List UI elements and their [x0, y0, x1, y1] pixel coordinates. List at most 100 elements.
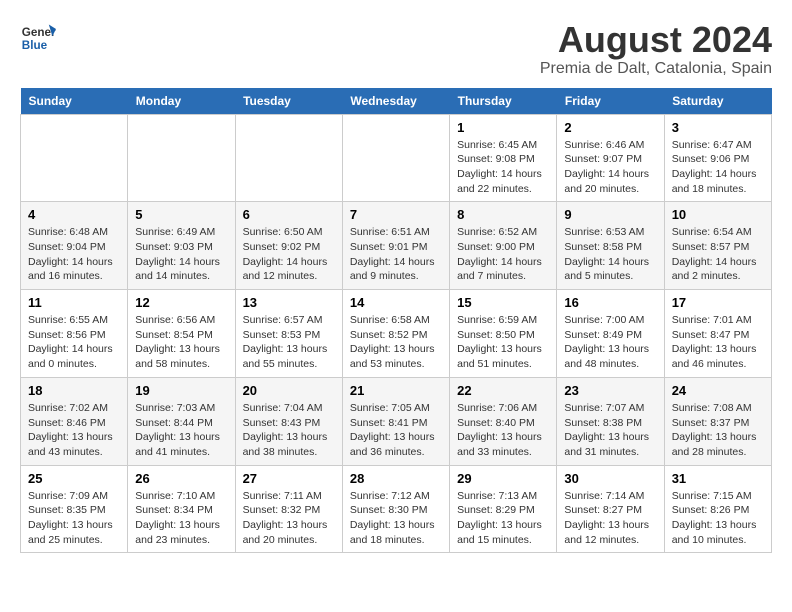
calendar-header: SundayMondayTuesdayWednesdayThursdayFrid… — [21, 88, 772, 115]
day-number: 10 — [672, 207, 764, 222]
day-info: Sunrise: 6:45 AMSunset: 9:08 PMDaylight:… — [457, 138, 549, 197]
day-cell: 8Sunrise: 6:52 AMSunset: 9:00 PMDaylight… — [450, 202, 557, 290]
day-number: 29 — [457, 471, 549, 486]
day-info: Sunrise: 7:15 AMSunset: 8:26 PMDaylight:… — [672, 489, 764, 548]
day-cell: 3Sunrise: 6:47 AMSunset: 9:06 PMDaylight… — [664, 114, 771, 202]
day-number: 28 — [350, 471, 442, 486]
day-info: Sunrise: 7:08 AMSunset: 8:37 PMDaylight:… — [672, 401, 764, 460]
day-cell: 22 Sunrise: 7:06 AMSunset: 8:40 PMDayligh… — [450, 377, 557, 465]
page-title: August 2024 — [540, 20, 772, 60]
day-number: 24 — [672, 383, 764, 398]
day-cell: 13 Sunrise: 6:57 AMSunset: 8:53 PMDayligh… — [235, 290, 342, 378]
day-number: 2 — [564, 120, 656, 135]
svg-text:Blue: Blue — [22, 39, 48, 52]
day-number: 4 — [28, 207, 120, 222]
day-number: 30 — [564, 471, 656, 486]
week-row-2: 4 Sunrise: 6:48 AMSunset: 9:04 PMDaylight… — [21, 202, 772, 290]
day-number: 6 — [243, 207, 335, 222]
day-cell: 29 Sunrise: 7:13 AMSunset: 8:29 PMDayligh… — [450, 465, 557, 553]
day-cell: 24 Sunrise: 7:08 AMSunset: 8:37 PMDayligh… — [664, 377, 771, 465]
day-info: Sunrise: 6:46 AMSunset: 9:07 PMDaylight:… — [564, 138, 656, 197]
day-number: 19 — [135, 383, 227, 398]
week-row-4: 18 Sunrise: 7:02 AMSunset: 8:46 PMDayligh… — [21, 377, 772, 465]
day-info: Sunrise: 6:58 AMSunset: 8:52 PMDaylight:… — [350, 313, 442, 372]
header-cell-wednesday: Wednesday — [342, 88, 449, 115]
day-cell: 25Sunrise: 7:09 AMSunset: 8:35 PMDayligh… — [21, 465, 128, 553]
day-cell: 10 Sunrise: 6:54 AMSunset: 8:57 PMDayligh… — [664, 202, 771, 290]
header-cell-friday: Friday — [557, 88, 664, 115]
header-row: SundayMondayTuesdayWednesdayThursdayFrid… — [21, 88, 772, 115]
day-info: Sunrise: 7:12 AMSunset: 8:30 PMDaylight:… — [350, 489, 442, 548]
day-cell: 5 Sunrise: 6:49 AMSunset: 9:03 PMDaylight… — [128, 202, 235, 290]
page-subtitle: Premia de Dalt, Catalonia, Spain — [540, 60, 772, 78]
day-cell: 30Sunrise: 7:14 AMSunset: 8:27 PMDayligh… — [557, 465, 664, 553]
week-row-5: 25Sunrise: 7:09 AMSunset: 8:35 PMDayligh… — [21, 465, 772, 553]
header-cell-saturday: Saturday — [664, 88, 771, 115]
header-cell-thursday: Thursday — [450, 88, 557, 115]
day-info: Sunrise: 6:54 AMSunset: 8:57 PMDaylight:… — [672, 225, 764, 284]
day-number: 22 — [457, 383, 549, 398]
day-number: 9 — [564, 207, 656, 222]
day-cell: 1 Sunrise: 6:45 AMSunset: 9:08 PMDaylight… — [450, 114, 557, 202]
day-info: Sunrise: 7:09 AMSunset: 8:35 PMDaylight:… — [28, 489, 120, 548]
day-info: Sunrise: 7:07 AMSunset: 8:38 PMDaylight:… — [564, 401, 656, 460]
day-number: 11 — [28, 295, 120, 310]
week-row-3: 11Sunrise: 6:55 AMSunset: 8:56 PMDayligh… — [21, 290, 772, 378]
day-info: Sunrise: 6:56 AMSunset: 8:54 PMDaylight:… — [135, 313, 227, 372]
day-number: 7 — [350, 207, 442, 222]
day-cell: 16 Sunrise: 7:00 AMSunset: 8:49 PMDayligh… — [557, 290, 664, 378]
day-info: Sunrise: 7:02 AMSunset: 8:46 PMDaylight:… — [28, 401, 120, 460]
day-cell: 21 Sunrise: 7:05 AMSunset: 8:41 PMDayligh… — [342, 377, 449, 465]
day-number: 31 — [672, 471, 764, 486]
day-number: 15 — [457, 295, 549, 310]
day-cell: 27 Sunrise: 7:11 AMSunset: 8:32 PMDayligh… — [235, 465, 342, 553]
calendar-table: SundayMondayTuesdayWednesdayThursdayFrid… — [20, 88, 772, 554]
day-cell: 23Sunrise: 7:07 AMSunset: 8:38 PMDayligh… — [557, 377, 664, 465]
day-cell: 28 Sunrise: 7:12 AMSunset: 8:30 PMDayligh… — [342, 465, 449, 553]
day-number: 8 — [457, 207, 549, 222]
day-number: 14 — [350, 295, 442, 310]
day-number: 1 — [457, 120, 549, 135]
day-info: Sunrise: 6:57 AMSunset: 8:53 PMDaylight:… — [243, 313, 335, 372]
day-number: 26 — [135, 471, 227, 486]
day-number: 13 — [243, 295, 335, 310]
day-info: Sunrise: 6:48 AMSunset: 9:04 PMDaylight:… — [28, 225, 120, 284]
day-cell: 17 Sunrise: 7:01 AMSunset: 8:47 PMDayligh… — [664, 290, 771, 378]
day-cell: 20Sunrise: 7:04 AMSunset: 8:43 PMDayligh… — [235, 377, 342, 465]
day-cell: 31 Sunrise: 7:15 AMSunset: 8:26 PMDayligh… — [664, 465, 771, 553]
day-cell — [342, 114, 449, 202]
day-cell: 15 Sunrise: 6:59 AMSunset: 8:50 PMDayligh… — [450, 290, 557, 378]
day-info: Sunrise: 6:51 AMSunset: 9:01 PMDaylight:… — [350, 225, 442, 284]
day-number: 5 — [135, 207, 227, 222]
day-info: Sunrise: 7:10 AMSunset: 8:34 PMDaylight:… — [135, 489, 227, 548]
day-number: 21 — [350, 383, 442, 398]
day-info: Sunrise: 6:50 AMSunset: 9:02 PMDaylight:… — [243, 225, 335, 284]
day-cell — [128, 114, 235, 202]
day-cell: 12 Sunrise: 6:56 AMSunset: 8:54 PMDayligh… — [128, 290, 235, 378]
day-info: Sunrise: 7:00 AMSunset: 8:49 PMDaylight:… — [564, 313, 656, 372]
day-number: 16 — [564, 295, 656, 310]
day-info: Sunrise: 7:05 AMSunset: 8:41 PMDaylight:… — [350, 401, 442, 460]
day-info: Sunrise: 7:11 AMSunset: 8:32 PMDaylight:… — [243, 489, 335, 548]
day-info: Sunrise: 6:59 AMSunset: 8:50 PMDaylight:… — [457, 313, 549, 372]
day-cell: 11Sunrise: 6:55 AMSunset: 8:56 PMDayligh… — [21, 290, 128, 378]
day-cell: 6 Sunrise: 6:50 AMSunset: 9:02 PMDaylight… — [235, 202, 342, 290]
day-info: Sunrise: 7:01 AMSunset: 8:47 PMDaylight:… — [672, 313, 764, 372]
day-info: Sunrise: 7:13 AMSunset: 8:29 PMDaylight:… — [457, 489, 549, 548]
title-block: August 2024 Premia de Dalt, Catalonia, S… — [540, 20, 772, 78]
week-row-1: 1 Sunrise: 6:45 AMSunset: 9:08 PMDaylight… — [21, 114, 772, 202]
day-info: Sunrise: 6:53 AMSunset: 8:58 PMDaylight:… — [564, 225, 656, 284]
day-number: 17 — [672, 295, 764, 310]
day-info: Sunrise: 7:06 AMSunset: 8:40 PMDaylight:… — [457, 401, 549, 460]
day-number: 18 — [28, 383, 120, 398]
day-number: 27 — [243, 471, 335, 486]
day-info: Sunrise: 6:49 AMSunset: 9:03 PMDaylight:… — [135, 225, 227, 284]
logo: General Blue — [20, 20, 56, 56]
day-cell: 7 Sunrise: 6:51 AMSunset: 9:01 PMDaylight… — [342, 202, 449, 290]
day-cell: 9 Sunrise: 6:53 AMSunset: 8:58 PMDaylight… — [557, 202, 664, 290]
day-number: 12 — [135, 295, 227, 310]
day-cell: 26 Sunrise: 7:10 AMSunset: 8:34 PMDayligh… — [128, 465, 235, 553]
day-number: 20 — [243, 383, 335, 398]
day-cell: 19Sunrise: 7:03 AMSunset: 8:44 PMDayligh… — [128, 377, 235, 465]
day-cell — [235, 114, 342, 202]
